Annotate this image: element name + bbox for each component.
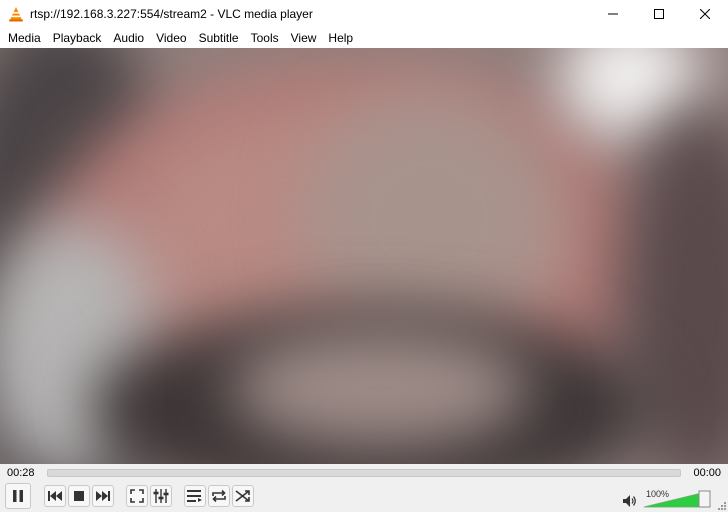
menu-bar: Media Playback Audio Video Subtitle Tool… [0, 28, 728, 48]
seek-slider[interactable] [47, 469, 681, 477]
total-time: 00:00 [693, 467, 721, 479]
menu-playback[interactable]: Playback [47, 28, 108, 48]
video-blur-region [230, 328, 530, 448]
menu-view[interactable]: View [285, 28, 323, 48]
fullscreen-button[interactable] [126, 485, 148, 507]
pause-button[interactable] [5, 483, 31, 509]
window-title: rtsp://192.168.3.227:554/stream2 - VLC m… [30, 7, 313, 21]
seek-row: 00:28 00:00 [0, 464, 728, 482]
controls-bar [0, 482, 728, 512]
previous-icon [48, 491, 62, 501]
volume-handle[interactable] [698, 490, 711, 508]
stop-button[interactable] [68, 485, 90, 507]
speaker-icon[interactable] [622, 494, 638, 508]
maximize-icon [654, 9, 664, 19]
extended-settings-button[interactable] [150, 485, 172, 507]
menu-video[interactable]: Video [150, 28, 192, 48]
elapsed-time: 00:28 [7, 467, 35, 479]
menu-media[interactable]: Media [2, 28, 47, 48]
resize-grip-icon[interactable] [718, 502, 726, 510]
stop-icon [74, 491, 84, 501]
loop-button[interactable] [208, 485, 230, 507]
menu-audio[interactable]: Audio [107, 28, 150, 48]
next-icon [96, 491, 110, 501]
playlist-button[interactable] [184, 485, 206, 507]
playlist-icon [187, 490, 202, 502]
menu-help[interactable]: Help [322, 28, 359, 48]
shuffle-icon [235, 490, 250, 502]
menu-tools[interactable]: Tools [245, 28, 285, 48]
loop-icon [212, 489, 226, 503]
vlc-cone-icon [9, 7, 23, 22]
menu-subtitle[interactable]: Subtitle [193, 28, 245, 48]
minimize-button[interactable] [590, 0, 636, 28]
maximize-button[interactable] [636, 0, 682, 28]
volume-slider[interactable] [643, 490, 711, 508]
close-icon [700, 9, 710, 19]
close-button[interactable] [682, 0, 728, 28]
next-button[interactable] [92, 485, 114, 507]
video-display[interactable] [0, 48, 728, 464]
minimize-icon [608, 13, 618, 15]
shuffle-button[interactable] [232, 485, 254, 507]
previous-button[interactable] [44, 485, 66, 507]
title-bar: rtsp://192.168.3.227:554/stream2 - VLC m… [0, 0, 728, 28]
window-controls [590, 0, 728, 28]
pause-icon [13, 490, 23, 502]
extended-settings-icon [153, 489, 169, 503]
fullscreen-icon [130, 489, 144, 503]
